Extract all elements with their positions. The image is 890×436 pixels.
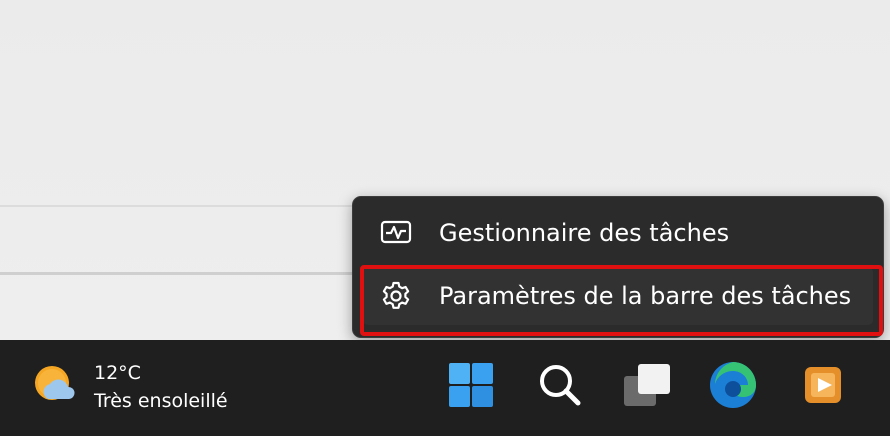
weather-widget[interactable]: 12°C Très ensoleillé — [30, 358, 228, 418]
menu-item-task-manager[interactable]: Gestionnaire des tâches — [363, 204, 873, 262]
start-icon — [447, 361, 495, 413]
media-player-button[interactable] — [798, 362, 848, 412]
highlight-annotation — [360, 265, 883, 336]
weather-temperature: 12°C — [94, 362, 141, 384]
task-view-icon — [622, 362, 672, 412]
search-button[interactable] — [535, 362, 585, 412]
desktop-divider — [0, 272, 360, 275]
edge-icon — [708, 360, 758, 414]
sun-cloud-icon — [30, 361, 80, 415]
media-player-icon — [801, 363, 845, 411]
weather-description: Très ensoleillé — [94, 390, 228, 412]
task-view-button[interactable] — [622, 362, 672, 412]
desktop-divider — [0, 205, 360, 207]
search-icon — [536, 361, 584, 413]
menu-item-label: Gestionnaire des tâches — [439, 219, 730, 247]
taskbar: 12°C Très ensoleillé — [0, 340, 890, 436]
start-button[interactable] — [446, 362, 496, 412]
edge-button[interactable] — [708, 362, 758, 412]
task-manager-icon — [379, 216, 413, 250]
